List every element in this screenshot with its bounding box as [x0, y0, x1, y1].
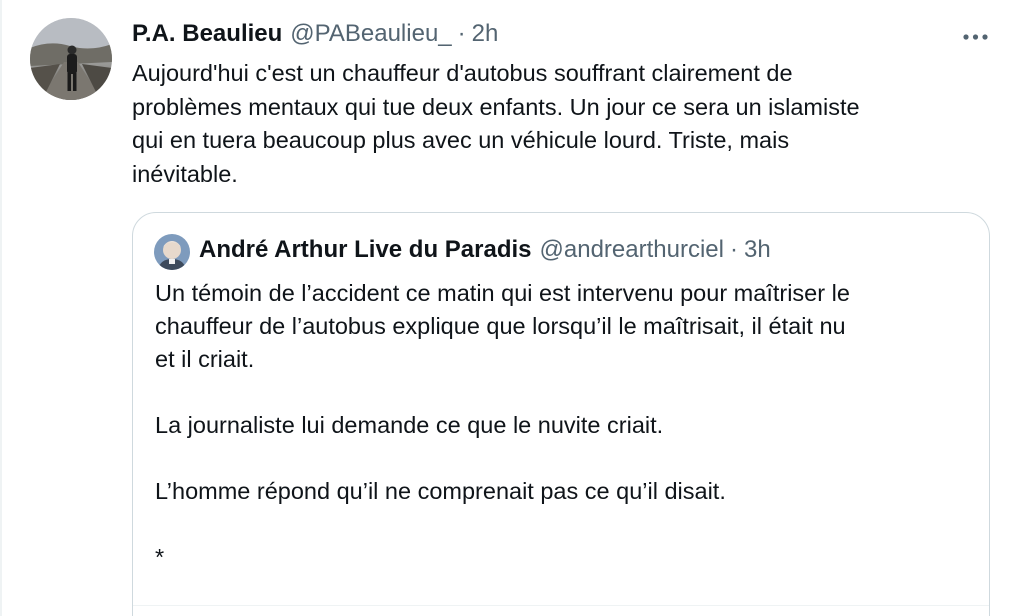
quoted-divider — [133, 605, 989, 606]
more-button[interactable] — [956, 22, 996, 50]
quoted-avatar-photo — [154, 234, 190, 270]
author-name[interactable]: P.A. Beaulieu — [132, 20, 282, 48]
avatar-photo — [30, 18, 112, 100]
quoted-avatar[interactable] — [154, 234, 190, 270]
page: P.A. Beaulieu @PABeaulieu_ · 2h Aujourd'… — [0, 0, 1018, 616]
author-handle[interactable]: @PABeaulieu_ — [290, 20, 451, 48]
more-horizontal-icon — [963, 34, 988, 40]
quoted-header: André Arthur Live du Paradis @andrearthu… — [199, 236, 771, 264]
quoted-author-name[interactable]: André Arthur Live du Paradis — [199, 236, 532, 264]
quoted-text: Un témoin de l’accident ce matin qui est… — [155, 280, 850, 570]
quoted-time[interactable]: 3h — [744, 236, 771, 264]
timeline-border — [0, 0, 2, 616]
tweet[interactable]: P.A. Beaulieu @PABeaulieu_ · 2h Aujourd'… — [14, 0, 1018, 616]
separator-dot: · — [457, 20, 466, 47]
tweet-header: P.A. Beaulieu @PABeaulieu_ · 2h — [132, 20, 498, 50]
quoted-tweet[interactable]: André Arthur Live du Paradis @andrearthu… — [132, 212, 990, 616]
tweet-time[interactable]: 2h — [472, 20, 499, 48]
tweet-text: Aujourd'hui c'est un chauffeur d'autobus… — [132, 60, 860, 187]
quoted-separator-dot: · — [729, 236, 738, 263]
avatar[interactable] — [30, 18, 112, 100]
quoted-author-handle[interactable]: @andrearthurciel — [540, 236, 724, 264]
